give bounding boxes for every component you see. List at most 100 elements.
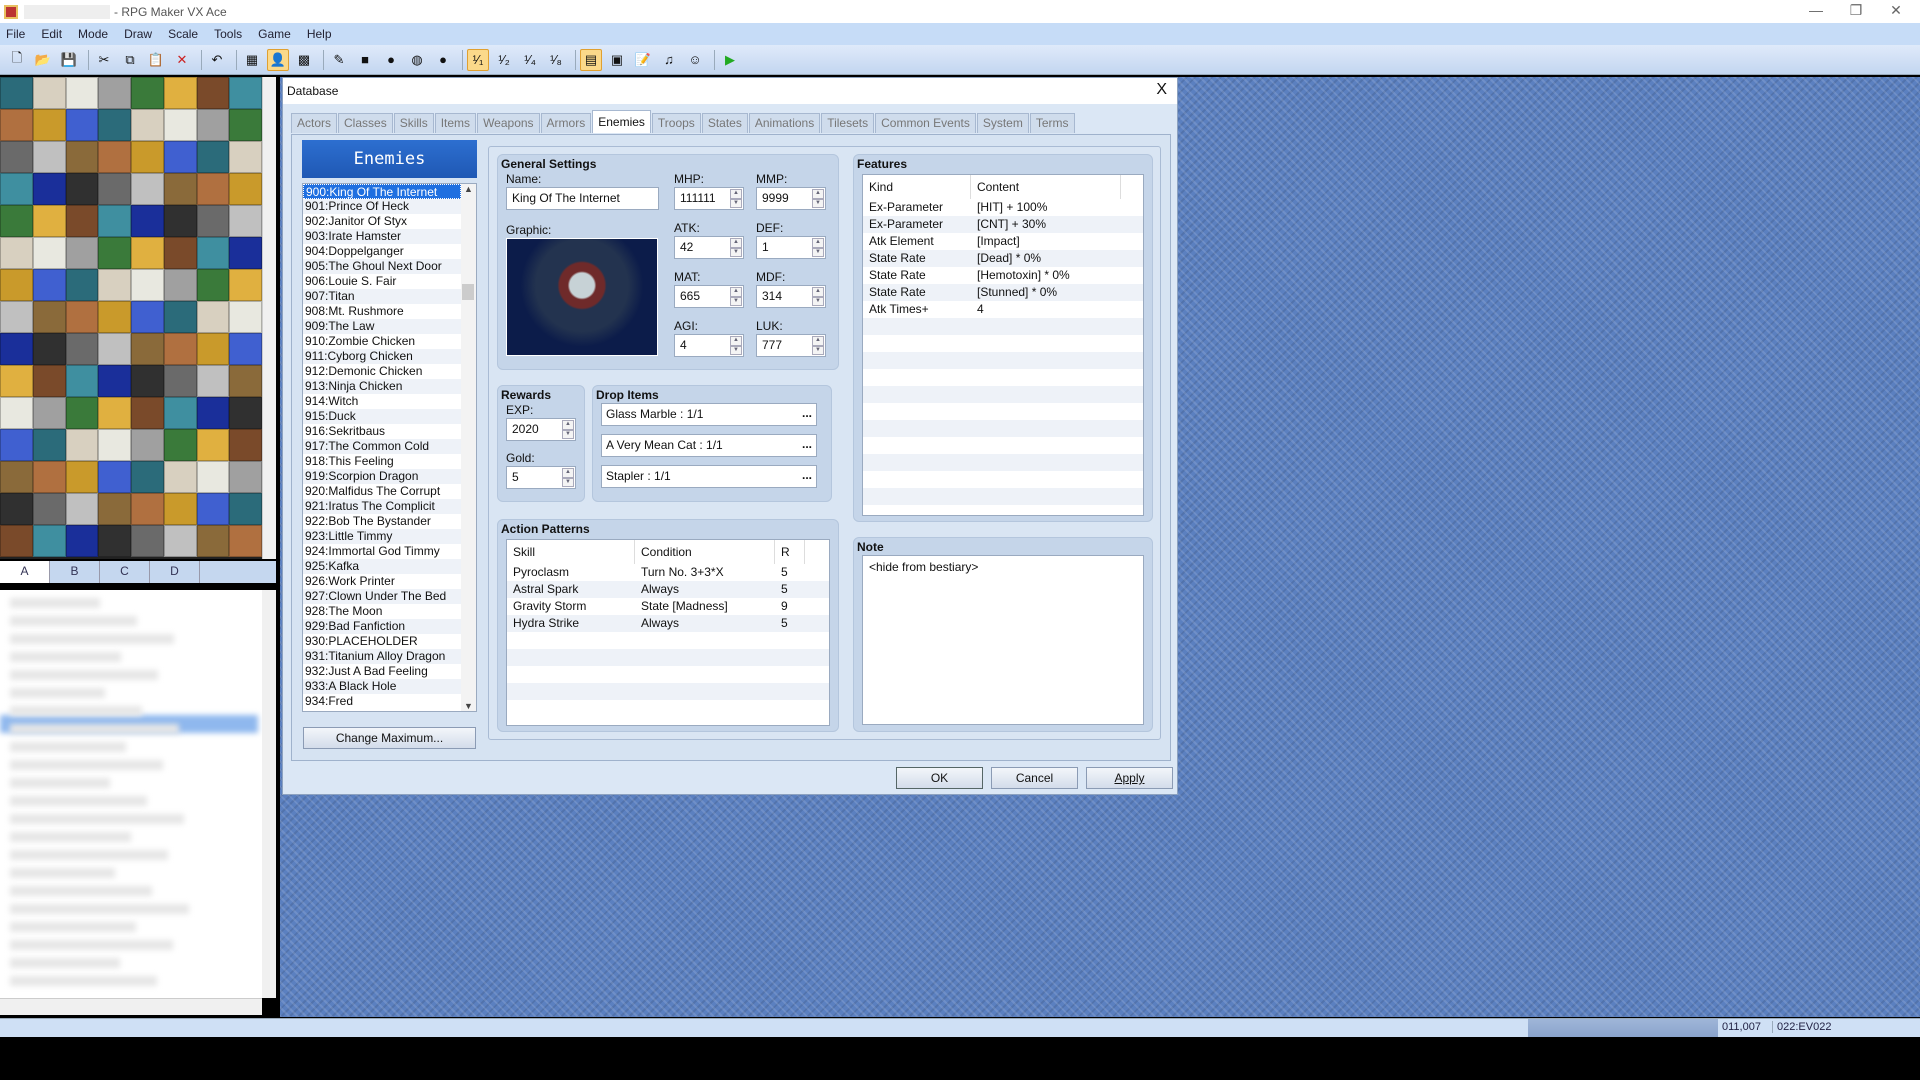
map-tree-item-redacted[interactable] bbox=[10, 598, 100, 608]
tile[interactable] bbox=[32, 301, 66, 333]
map-tree-item-redacted[interactable] bbox=[10, 904, 189, 914]
mat-field[interactable]: 665 ▲ ▼ bbox=[674, 285, 744, 308]
tile[interactable] bbox=[0, 493, 33, 525]
enemy-list-item[interactable]: 901:Prince Of Heck bbox=[303, 199, 461, 214]
tab-skills[interactable]: Skills bbox=[393, 113, 434, 133]
tile[interactable] bbox=[131, 237, 164, 269]
ok-button[interactable]: OK bbox=[896, 767, 983, 789]
tileset-tab-d[interactable]: D bbox=[150, 561, 200, 583]
cut-icon[interactable]: ✂ bbox=[93, 49, 115, 71]
column-header[interactable]: Kind bbox=[863, 175, 971, 199]
tile[interactable] bbox=[32, 333, 66, 365]
enemy-list-item[interactable]: 905:The Ghoul Next Door bbox=[303, 259, 461, 274]
enemy-list-item[interactable]: 909:The Law bbox=[303, 319, 461, 334]
table-row[interactable] bbox=[863, 318, 1143, 335]
close-icon[interactable]: X bbox=[1156, 81, 1167, 99]
open-project-icon[interactable]: 📂 bbox=[32, 49, 54, 71]
spin-down-icon[interactable]: ▼ bbox=[812, 296, 824, 306]
spin-up-icon[interactable]: ▲ bbox=[812, 336, 824, 346]
table-row[interactable] bbox=[507, 666, 829, 683]
enemy-list-item[interactable]: 912:Demonic Chicken bbox=[303, 364, 461, 379]
enemy-list-item[interactable]: 903:Irate Hamster bbox=[303, 229, 461, 244]
enemy-list-item[interactable]: 907:Titan bbox=[303, 289, 461, 304]
tile[interactable] bbox=[229, 333, 262, 365]
atk-field[interactable]: 42 ▲ ▼ bbox=[674, 236, 744, 259]
menu-draw[interactable]: Draw bbox=[124, 27, 152, 41]
spin-down-icon[interactable]: ▼ bbox=[812, 198, 824, 208]
spin-up-icon[interactable]: ▲ bbox=[562, 420, 574, 430]
tile[interactable] bbox=[32, 173, 66, 205]
enemy-list[interactable]: 900:King Of The Internet 901:Prince Of He… bbox=[302, 183, 477, 712]
tab-tilesets[interactable]: Tilesets bbox=[821, 113, 875, 133]
table-row[interactable] bbox=[863, 403, 1143, 420]
tile[interactable] bbox=[163, 461, 197, 493]
enemy-list-item[interactable]: 916:Sekritbaus bbox=[303, 424, 461, 439]
undo-icon[interactable]: ↶ bbox=[206, 49, 228, 71]
mmp-field[interactable]: 9999 ▲ ▼ bbox=[756, 187, 826, 210]
map-tree-scrollbar[interactable] bbox=[262, 590, 276, 998]
table-row[interactable]: Hydra Strike Always 5 bbox=[507, 615, 829, 632]
tile[interactable] bbox=[229, 301, 262, 333]
tile[interactable] bbox=[229, 365, 262, 397]
menu-scale[interactable]: Scale bbox=[168, 27, 198, 41]
spin-up-icon[interactable]: ▲ bbox=[562, 468, 574, 478]
tab-weapons[interactable]: Weapons bbox=[477, 113, 540, 133]
enemy-list-item[interactable]: 920:Malfidus The Corrupt bbox=[303, 484, 461, 499]
tile[interactable] bbox=[32, 461, 66, 493]
tileset-tab-a[interactable]: A bbox=[0, 561, 50, 583]
spin-up-icon[interactable]: ▲ bbox=[730, 287, 742, 297]
map-tree-item-redacted[interactable] bbox=[10, 796, 147, 806]
tile[interactable] bbox=[98, 205, 131, 237]
map-tree-item-redacted[interactable] bbox=[10, 688, 105, 698]
enemy-list-item[interactable]: 918:This Feeling bbox=[303, 454, 461, 469]
tile[interactable] bbox=[196, 237, 230, 269]
tile[interactable] bbox=[65, 429, 99, 461]
map-tree[interactable] bbox=[0, 590, 262, 998]
tile[interactable] bbox=[0, 429, 33, 461]
map-tree-item-redacted[interactable] bbox=[10, 634, 174, 644]
close-window-icon[interactable]: ✕ bbox=[1876, 2, 1916, 19]
tile[interactable] bbox=[98, 109, 131, 141]
enemy-list-item[interactable]: 928:The Moon bbox=[303, 604, 461, 619]
tile[interactable] bbox=[163, 237, 197, 269]
tile[interactable] bbox=[65, 493, 99, 525]
table-row[interactable]: State Rate [Dead] * 0% bbox=[863, 250, 1143, 267]
enemy-list-item[interactable]: 910:Zombie Chicken bbox=[303, 334, 461, 349]
tile[interactable] bbox=[32, 109, 66, 141]
tile[interactable] bbox=[163, 141, 197, 173]
flood-fill-icon[interactable]: ◍ bbox=[406, 49, 428, 71]
more-icon[interactable]: ... bbox=[802, 468, 812, 482]
tile[interactable] bbox=[65, 365, 99, 397]
enemy-list-item[interactable]: 933:A Black Hole bbox=[303, 679, 461, 694]
script-editor-icon[interactable]: 📝 bbox=[632, 49, 654, 71]
tile[interactable] bbox=[131, 365, 164, 397]
tile[interactable] bbox=[32, 141, 66, 173]
map-tree-item-redacted[interactable] bbox=[10, 850, 168, 860]
save-icon[interactable]: 💾 bbox=[58, 49, 80, 71]
enemy-list-item[interactable]: 917:The Common Cold bbox=[303, 439, 461, 454]
scroll-thumb[interactable] bbox=[462, 284, 474, 300]
map-tree-item-redacted[interactable] bbox=[10, 886, 152, 896]
tab-items[interactable]: Items bbox=[434, 113, 477, 133]
spin-down-icon[interactable]: ▼ bbox=[730, 345, 742, 355]
tile[interactable] bbox=[65, 141, 99, 173]
more-icon[interactable]: ... bbox=[802, 437, 812, 451]
tile[interactable] bbox=[98, 301, 131, 333]
tile[interactable] bbox=[0, 269, 33, 301]
enemy-list-item[interactable]: 914:Witch bbox=[303, 394, 461, 409]
database-icon[interactable]: ▤ bbox=[580, 48, 602, 71]
tile[interactable] bbox=[196, 301, 230, 333]
tile[interactable] bbox=[131, 173, 164, 205]
tile[interactable] bbox=[98, 77, 131, 109]
tile[interactable] bbox=[65, 525, 99, 557]
spin-down-icon[interactable]: ▼ bbox=[730, 296, 742, 306]
resource-manager-icon[interactable]: ▣ bbox=[606, 49, 628, 71]
menu-edit[interactable]: Edit bbox=[41, 27, 62, 41]
table-row[interactable] bbox=[863, 420, 1143, 437]
zoom-1-1-icon[interactable]: ¹⁄₁ bbox=[467, 48, 489, 71]
tile[interactable] bbox=[0, 205, 33, 237]
tile[interactable] bbox=[131, 525, 164, 557]
map-tree-item-redacted[interactable] bbox=[10, 742, 126, 752]
tile[interactable] bbox=[0, 333, 33, 365]
mdf-field[interactable]: 314 ▲ ▼ bbox=[756, 285, 826, 308]
